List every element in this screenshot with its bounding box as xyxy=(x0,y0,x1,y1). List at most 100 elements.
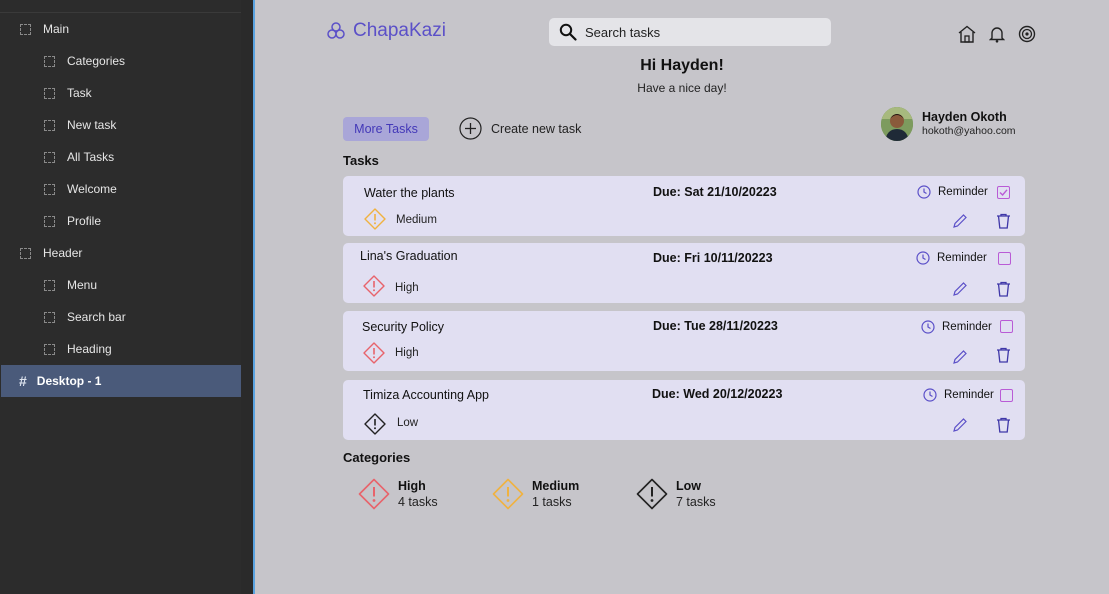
settings-icon[interactable] xyxy=(1017,25,1037,43)
task-card[interactable]: Lina's Graduation Due: Fri 10/11/20223 H… xyxy=(343,243,1025,303)
layer-label: Menu xyxy=(67,278,98,292)
category-name: Medium xyxy=(532,479,580,493)
layers-panel: Main Categories Task New task All Tasks … xyxy=(0,0,241,594)
low-priority-icon xyxy=(364,413,386,435)
trash-icon[interactable] xyxy=(996,281,1011,297)
high-priority-icon xyxy=(363,342,385,364)
clock-icon xyxy=(921,320,935,334)
layer-label: Desktop - 1 xyxy=(36,374,102,388)
reminder-label: Reminder xyxy=(937,252,987,264)
task-priority: High xyxy=(395,282,419,294)
category-high[interactable]: High 4 tasks xyxy=(358,478,438,510)
search-icon xyxy=(559,23,577,41)
task-due-date: Due: Tue 28/11/20223 xyxy=(653,319,778,333)
category-count: 4 tasks xyxy=(398,495,438,509)
frame-icon xyxy=(44,279,55,291)
brand-name: ChapaKazi xyxy=(353,20,446,41)
layer-heading[interactable]: Heading xyxy=(44,333,112,365)
layer-search-bar[interactable]: Search bar xyxy=(44,301,126,333)
create-task-label: Create new task xyxy=(491,121,582,136)
reminder-toggle[interactable]: Reminder xyxy=(916,251,987,265)
panel-edge xyxy=(241,0,255,594)
layer-main[interactable]: Main xyxy=(20,13,69,45)
frame-icon xyxy=(44,183,55,195)
layer-label: Profile xyxy=(67,214,102,228)
brand-logo[interactable]: ChapaKazi xyxy=(327,20,446,42)
edit-pencil-icon[interactable] xyxy=(952,349,968,365)
task-card[interactable]: Water the plants Due: Sat 21/10/20223 Me… xyxy=(343,176,1025,236)
logo-icon xyxy=(327,22,345,39)
layer-label: Main xyxy=(43,22,70,36)
greeting-subtitle: Have a nice day! xyxy=(637,81,727,95)
edit-pencil-icon[interactable] xyxy=(952,417,968,433)
trash-icon[interactable] xyxy=(996,417,1011,433)
search-input[interactable]: Search tasks xyxy=(549,18,831,46)
profile-name: Hayden Okoth xyxy=(922,110,1007,124)
task-due-date: Due: Fri 10/11/20223 xyxy=(653,251,773,265)
greeting-heading: Hi Hayden! xyxy=(640,57,724,74)
medium-priority-icon xyxy=(492,478,524,510)
layer-label: Categories xyxy=(67,54,126,68)
task-checkbox[interactable] xyxy=(1000,320,1013,333)
category-low[interactable]: Low 7 tasks xyxy=(636,478,716,510)
trash-icon[interactable] xyxy=(996,347,1011,363)
trash-icon[interactable] xyxy=(996,213,1011,229)
category-count: 1 tasks xyxy=(532,495,572,509)
reminder-label: Reminder xyxy=(944,389,994,401)
layer-label: All Tasks xyxy=(67,150,115,164)
frame-icon xyxy=(44,343,55,355)
layer-label: Task xyxy=(67,86,92,100)
layer-label: Welcome xyxy=(67,182,117,196)
home-icon[interactable] xyxy=(957,25,977,43)
category-medium[interactable]: Medium 1 tasks xyxy=(492,478,579,510)
desktop-frame: ChapaKazi Search tasks Hi Hayden! Have a… xyxy=(255,0,1109,594)
frame-icon xyxy=(44,215,55,227)
reminder-toggle[interactable]: Reminder xyxy=(921,320,992,334)
layer-header[interactable]: Header xyxy=(20,237,82,269)
clock-icon xyxy=(923,388,937,402)
layer-all-tasks[interactable]: All Tasks xyxy=(44,141,114,173)
edit-pencil-icon[interactable] xyxy=(952,213,968,229)
profile-email: hokoth@yahoo.com xyxy=(922,125,1016,137)
task-card[interactable]: Security Policy Due: Tue 28/11/20223 Hig… xyxy=(343,311,1025,371)
task-checkbox[interactable] xyxy=(998,252,1011,265)
task-checkbox[interactable] xyxy=(997,186,1010,199)
plus-circle-icon xyxy=(459,117,482,140)
more-tasks-button[interactable]: More Tasks xyxy=(343,117,429,141)
frame-icon xyxy=(20,23,31,35)
task-card[interactable]: Timiza Accounting App Due: Wed 20/12/202… xyxy=(343,380,1025,440)
avatar[interactable] xyxy=(881,107,913,141)
reminder-label: Reminder xyxy=(942,321,992,333)
categories-heading: Categories xyxy=(343,450,411,465)
task-title: Security Policy xyxy=(362,320,444,334)
reminder-toggle[interactable]: Reminder xyxy=(923,388,994,402)
bell-icon[interactable] xyxy=(989,25,1005,43)
high-priority-icon xyxy=(358,478,390,510)
layer-label: Search bar xyxy=(67,310,126,324)
layer-welcome[interactable]: Welcome xyxy=(44,173,117,205)
layer-categories[interactable]: Categories xyxy=(44,45,125,77)
clock-icon xyxy=(916,251,930,265)
frame-icon xyxy=(44,151,55,163)
create-task-button[interactable]: Create new task xyxy=(459,117,581,140)
edit-pencil-icon[interactable] xyxy=(952,281,968,297)
layer-profile[interactable]: Profile xyxy=(44,205,101,237)
layer-label: Header xyxy=(43,246,83,260)
checkmark-icon xyxy=(999,189,1008,197)
category-name: High xyxy=(398,479,426,493)
layer-label: New task xyxy=(67,118,117,132)
task-due-date: Due: Sat 21/10/20223 xyxy=(653,185,777,199)
task-checkbox[interactable] xyxy=(1000,389,1013,402)
layer-menu[interactable]: Menu xyxy=(44,269,97,301)
medium-priority-icon xyxy=(364,208,386,230)
frame-icon xyxy=(44,119,55,131)
layer-desktop-1[interactable]: # Desktop - 1 xyxy=(1,365,241,397)
layer-new-task[interactable]: New task xyxy=(44,109,116,141)
layer-label: Heading xyxy=(67,342,112,356)
reminder-toggle[interactable]: Reminder xyxy=(917,185,988,199)
search-placeholder: Search tasks xyxy=(585,24,661,40)
category-name: Low xyxy=(676,479,701,493)
frame-icon xyxy=(44,87,55,99)
layer-task[interactable]: Task xyxy=(44,77,92,109)
frame-hash-icon: # xyxy=(19,373,27,389)
